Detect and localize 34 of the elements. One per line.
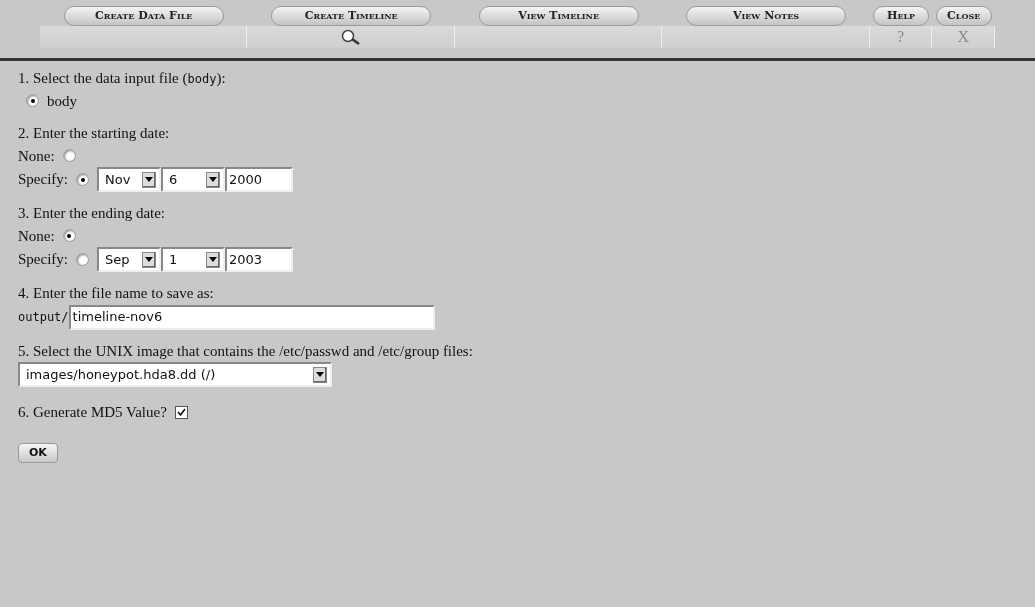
- image-select[interactable]: images/honeypot.hda8.dd (/): [18, 362, 332, 387]
- year-field[interactable]: 2000: [225, 167, 293, 192]
- month-select[interactable]: Nov: [97, 167, 161, 192]
- file-name-field[interactable]: timeline-nov6: [68, 304, 435, 330]
- radio-button[interactable]: [62, 149, 76, 163]
- toolbar-button[interactable]: View Timeline: [478, 6, 639, 26]
- path-prefix: output/: [18, 309, 69, 326]
- search-icon[interactable]: [340, 29, 361, 45]
- step-title: 6. Generate MD5 Value?: [18, 403, 167, 422]
- month-select[interactable]: Sep: [97, 247, 161, 272]
- toolbar-button[interactable]: Create Timeline: [271, 6, 432, 26]
- radio-button[interactable]: [26, 94, 39, 108]
- year-field[interactable]: 2003: [225, 247, 293, 272]
- toolbar-button[interactable]: View Notes: [686, 6, 847, 26]
- toolbar-button[interactable]: Close: [935, 6, 992, 26]
- radio-label: body: [47, 91, 77, 111]
- day-select[interactable]: 1: [161, 247, 225, 272]
- none-label: None:: [18, 226, 55, 246]
- md5-checkbox[interactable]: [174, 405, 188, 419]
- step-title: 3. Enter the ending date:: [18, 204, 167, 223]
- day-select[interactable]: 6: [161, 167, 225, 192]
- ok-button[interactable]: OK: [18, 442, 58, 463]
- radio-button[interactable]: [76, 173, 89, 186]
- step-title: 4. Enter the file name to save as:: [18, 284, 215, 303]
- specify-label: Specify:: [18, 170, 68, 190]
- radio-button[interactable]: [62, 229, 76, 243]
- none-label: None:: [18, 146, 55, 166]
- specify-label: Specify:: [18, 250, 68, 270]
- step-title: 5. Select the UNIX image that contains the /etc/passwd and /etc/group files:: [18, 341, 474, 361]
- step-title: 2. Enter the starting date:: [18, 124, 171, 143]
- toolbar-button[interactable]: Help: [873, 6, 930, 26]
- radio-button[interactable]: [76, 253, 89, 266]
- toolbar-button[interactable]: Create Data File: [63, 6, 224, 26]
- step-title: 1. Select the data input file (body):: [18, 69, 227, 88]
